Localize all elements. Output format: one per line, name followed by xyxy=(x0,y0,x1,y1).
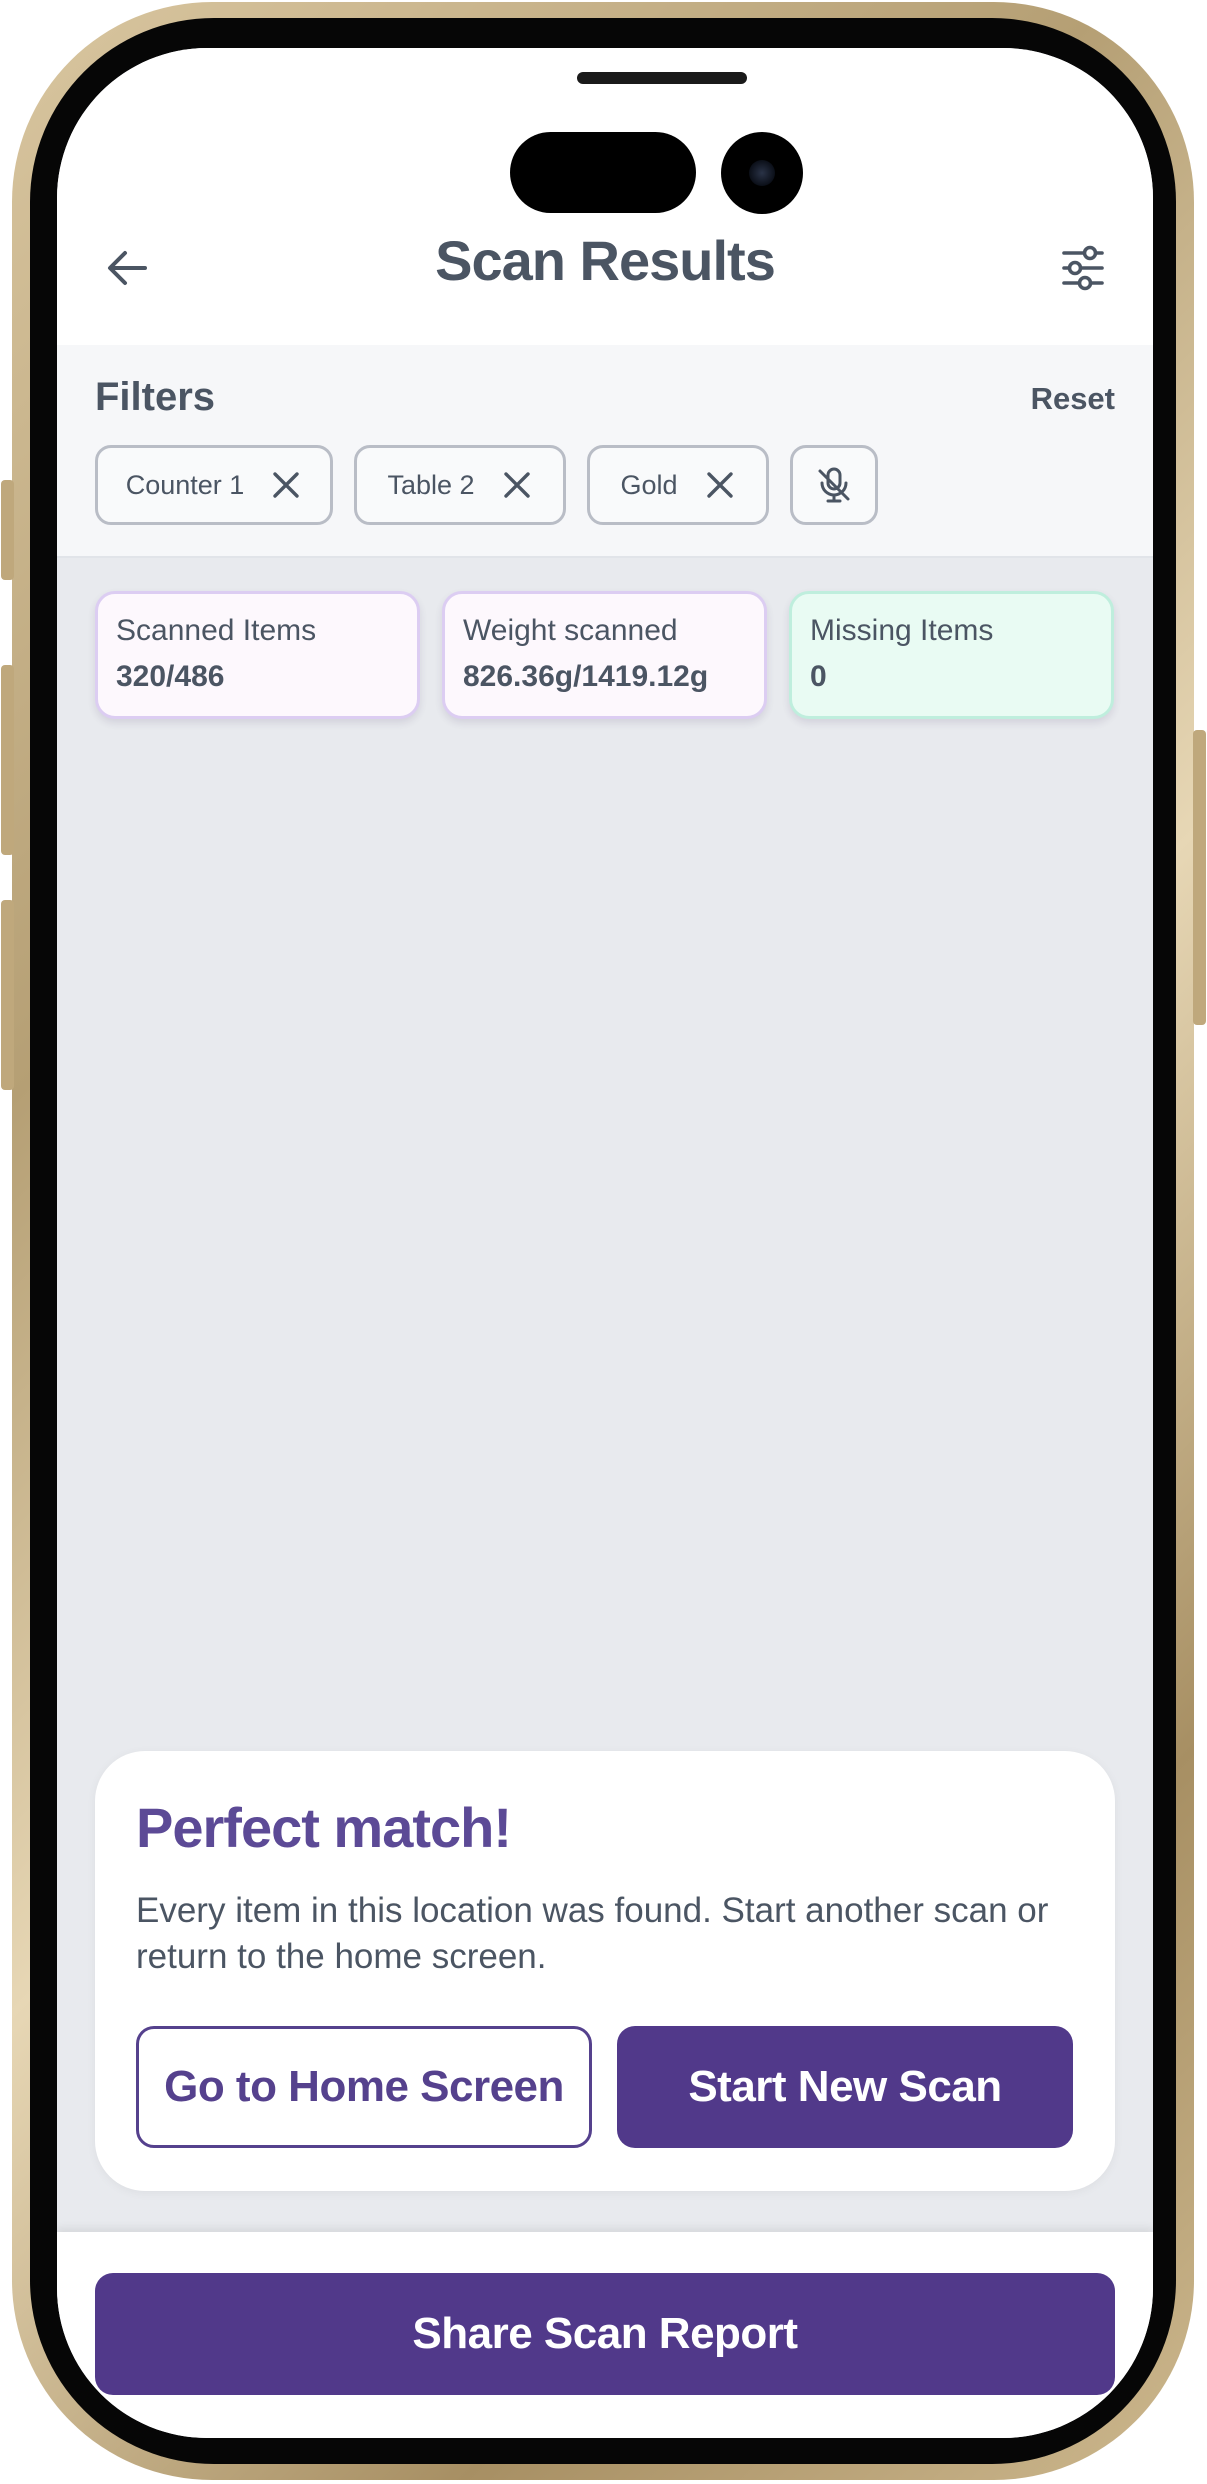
filter-chip-label: Counter 1 xyxy=(125,469,245,500)
share-report-button[interactable]: Share Scan Report xyxy=(95,2273,1115,2395)
result-title: Perfect match! xyxy=(136,1796,512,1859)
filters-title: Filters xyxy=(95,375,216,419)
filter-chip-gold[interactable]: Gold xyxy=(587,445,769,525)
filter-chip-label: Table 2 xyxy=(387,469,475,500)
close-icon[interactable] xyxy=(270,469,302,501)
front-camera xyxy=(721,132,803,214)
page-title: Scan Results xyxy=(435,229,776,292)
footer-bar: Share Scan Report xyxy=(57,2232,1153,2438)
stat-value: 0 xyxy=(810,660,827,693)
reset-filters-button[interactable]: Reset xyxy=(1031,381,1115,417)
sliders-icon xyxy=(1062,245,1104,291)
start-new-scan-button[interactable]: Start New Scan xyxy=(617,2026,1073,2148)
device-volume-down-button xyxy=(1,900,14,1090)
stat-label: Missing Items xyxy=(810,614,994,647)
stat-value: 826.36g/1419.12g xyxy=(463,660,709,693)
close-icon[interactable] xyxy=(501,469,533,501)
voice-filter-button[interactable] xyxy=(790,445,878,525)
device-power-button xyxy=(1193,730,1206,1025)
result-card: Perfect match! Every item in this locati… xyxy=(95,1751,1115,2191)
filter-chip-table[interactable]: Table 2 xyxy=(354,445,566,525)
filters-bar: Filters Reset Counter 1 Table 2 Gold xyxy=(57,345,1153,558)
stat-label: Scanned Items xyxy=(116,614,317,647)
filter-settings-button[interactable] xyxy=(1053,238,1113,298)
dynamic-island xyxy=(510,132,696,213)
result-message: Every item in this location was found. S… xyxy=(136,1891,1049,1976)
stat-missing-items: Missing Items 0 xyxy=(789,591,1114,719)
device-volume-up-button xyxy=(1,665,14,855)
filter-chip-counter[interactable]: Counter 1 xyxy=(95,445,333,525)
stat-weight-scanned: Weight scanned 826.36g/1419.12g xyxy=(442,591,767,719)
close-icon[interactable] xyxy=(704,469,736,501)
filter-chip-label: Gold xyxy=(620,469,678,500)
mic-off-icon xyxy=(818,467,850,503)
device-action-button xyxy=(1,480,14,580)
earpiece-speaker xyxy=(577,72,747,84)
stat-label: Weight scanned xyxy=(463,614,678,647)
stat-value: 320/486 xyxy=(116,660,225,693)
go-home-button[interactable]: Go to Home Screen xyxy=(136,2026,592,2148)
stat-scanned-items: Scanned Items 320/486 xyxy=(95,591,420,719)
app-screen: Scan Results Filters Reset Counter 1 Tab… xyxy=(57,48,1153,2438)
